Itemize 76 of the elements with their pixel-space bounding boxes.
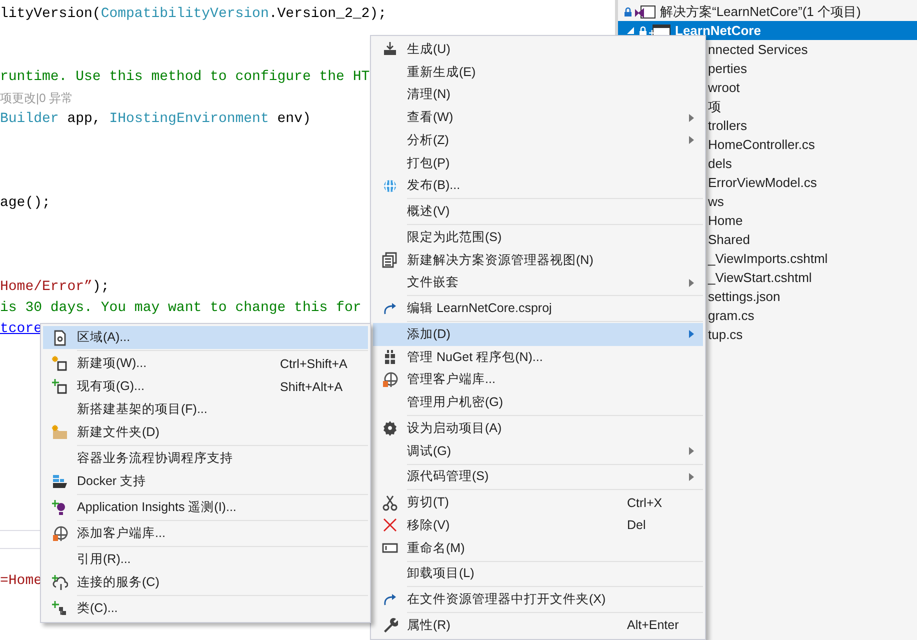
type-name: IHostingEnvironment	[109, 111, 269, 127]
menu-item[interactable]: 新搭建基架的项目(F)...	[43, 398, 368, 421]
page-icon	[52, 330, 68, 346]
menu-item[interactable]: 生成(U)	[373, 38, 703, 61]
selected-tree-item[interactable]: LearnNetCore	[618, 21, 917, 40]
code-text: lityVersion(	[0, 6, 101, 22]
code-text: .Version_2_2);	[268, 6, 386, 22]
type-name: Builder	[0, 111, 59, 127]
menu-item[interactable]: Docker 支持	[43, 470, 368, 493]
window-list-icon	[382, 252, 398, 268]
menu-item[interactable]: 发布(B)...	[373, 174, 703, 198]
submenu-item[interactable]: 分析(Z)	[373, 129, 703, 152]
download-tray-icon	[382, 41, 398, 58]
submenu-item[interactable]: 源代码管理(S)	[373, 466, 703, 488]
menu-item[interactable]: 现有项(G)... Shift+Alt+A	[43, 375, 368, 398]
menu-item[interactable]: 管理用户机密(G)	[373, 391, 703, 414]
menu-item[interactable]: 类(C)...	[43, 597, 368, 620]
menu-item[interactable]: 移除(V) Del	[373, 514, 703, 537]
menu-item[interactable]: 管理 NuGet 程序包(N)...	[373, 346, 703, 368]
scissors-icon	[382, 494, 398, 511]
menu-item[interactable]: 新建文件夹(D)	[43, 421, 368, 444]
package-icon	[382, 349, 398, 366]
settings-icon	[382, 420, 398, 436]
menu-item[interactable]: 剪切(T) Ctrl+X	[373, 491, 703, 514]
code-text: );	[92, 279, 110, 295]
expanded-triangle-icon[interactable]	[627, 27, 634, 34]
menu-item[interactable]: 清理(N)	[373, 84, 703, 106]
whale-icon	[52, 474, 68, 490]
menu-item[interactable]: 限定为此范围(S)	[373, 226, 703, 249]
menu-item[interactable]: 重新生成(E)	[373, 60, 703, 84]
menu-item[interactable]: 连接的服务(C)	[43, 571, 368, 594]
code-comment: is 30 days. You may want to change this for	[0, 300, 362, 316]
code-link[interactable]: tcore	[0, 321, 42, 337]
menu-item[interactable]: 新建项(W)... Ctrl+Shift+A	[43, 352, 368, 375]
menu-item[interactable]: 概述(V)	[373, 200, 703, 223]
menu-item[interactable]: 设为启动项目(A)	[373, 417, 703, 440]
code-text: app,	[66, 111, 102, 127]
wrench-icon	[382, 617, 398, 634]
lock-icon	[624, 6, 632, 16]
menu-item[interactable]: 容器业务流程协调程序支持	[43, 447, 368, 470]
menu-item[interactable]: 卸载项目(L)	[373, 562, 703, 586]
globe-note-icon	[382, 372, 398, 388]
globe-note-icon	[52, 526, 68, 542]
submenu-item[interactable]: 文件嵌套	[373, 272, 703, 294]
lightbulb-icon	[52, 500, 68, 516]
curved-arrow-icon	[382, 300, 398, 317]
code-text: env)	[276, 111, 311, 127]
menu-item[interactable]: Application Insights 遥测(I)...	[43, 496, 368, 519]
close-icon	[382, 517, 398, 534]
class-add-icon	[52, 600, 68, 616]
new-folder-icon	[52, 424, 68, 440]
string-literal: Home/Error”	[0, 279, 92, 295]
menu-item[interactable]: 重命名(M)	[373, 536, 703, 560]
globe-icon	[382, 178, 398, 194]
curved-arrow-icon	[382, 592, 398, 608]
menu-item[interactable]: 属性(R) Alt+Enter	[373, 614, 703, 637]
tree-item[interactable]: 解决方案“LearnNetCore”(1 个项目)	[618, 2, 917, 21]
cloud-plug-icon	[52, 574, 68, 590]
solution-icon	[634, 4, 656, 18]
new-item-icon	[52, 356, 68, 372]
menu-item[interactable]: 区域(A)...	[43, 326, 368, 349]
menu-item[interactable]: 管理客户端库...	[373, 368, 703, 392]
menu-item[interactable]: 添加客户端库...	[43, 522, 368, 545]
submenu-item[interactable]: 添加(D)	[373, 323, 703, 346]
menu-item[interactable]: 在文件资源管理器中打开文件夹(X)	[373, 588, 703, 611]
menu-item[interactable]: 新建解决方案资源管理器视图(N)	[373, 248, 703, 272]
menu-item[interactable]: 引用(R)...	[43, 548, 368, 571]
code-comment: runtime. Use this method to configure the HT	[0, 69, 370, 85]
type-name: CompatibilityVersion	[100, 6, 269, 22]
submenu-item[interactable]: 调试(G)	[373, 440, 703, 462]
code-text: age();	[0, 195, 50, 211]
add-item-icon	[52, 378, 68, 394]
submenu-item[interactable]: 查看(W)	[373, 106, 703, 129]
menu-item[interactable]: 编辑 LearnNetCore.csproj	[373, 297, 703, 320]
string-literal: =Home	[0, 573, 42, 589]
menu-item[interactable]: 打包(P)	[373, 152, 703, 174]
